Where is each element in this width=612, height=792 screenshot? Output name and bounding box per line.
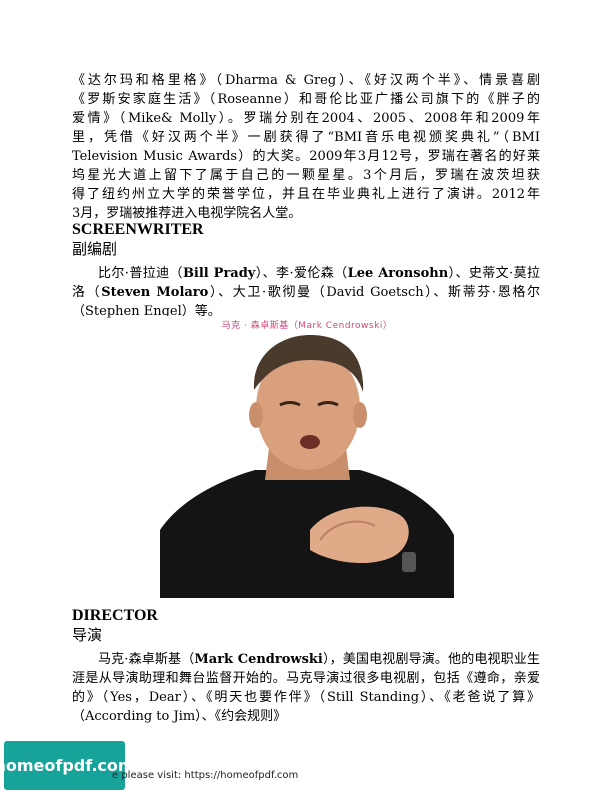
name-bold: Steven Molaro	[101, 285, 209, 300]
text-run: ）、李·爱伦森（	[255, 266, 348, 281]
text-run: 比尔·普拉迪（	[98, 266, 183, 281]
name-bold: Bill Prady	[182, 266, 256, 281]
footer-link-text[interactable]: e please visit: https://homeofpdf.com	[112, 770, 298, 781]
intro-line: 《罗斯安家庭生活》（Roseanne）和哥伦比亚广播公司旗下的《胖子的	[72, 92, 540, 107]
director-paragraph: 马克·森卓斯基（Mark Cendrowski），美国电视剧导演。他的电视职业生…	[72, 650, 540, 726]
director-heading: DIRECTOR	[72, 607, 158, 624]
name-bold: Lee Aronsohn	[347, 266, 449, 281]
intro-line: 里，凭借《好汉两个半》一剧获得了“BMI音乐电视颁奖典礼”（BMI	[72, 130, 540, 145]
intro-line: 坞星光大道上留下了属于自己的一颗星星。3个月后，罗瑞在波茨坦获	[72, 168, 540, 183]
director-heading-zh: 导演	[72, 626, 103, 644]
intro-line: 得了纽约州立大学的荣誉学位，并且在毕业典礼上进行了演讲。2012年	[72, 187, 540, 202]
intro-line: 爱情》（Mike& Molly）。罗瑞分别在2004、2005、2008年和20…	[72, 111, 540, 126]
intro-line: 《达尔玛和格里格》（Dharma & Greg）、《好汉两个半》、情景喜剧	[72, 73, 540, 88]
intro-paragraph: 《达尔玛和格里格》（Dharma & Greg）、《好汉两个半》、情景喜剧 《罗…	[72, 71, 540, 223]
screenwriter-heading: SCREENWRITER	[72, 221, 204, 238]
screenwriter-heading-zh: 副编剧	[72, 240, 118, 258]
name-bold: Mark Cendrowski	[194, 652, 323, 667]
director-photo: 马克 · 森卓斯基（Mark Cendrowski）	[160, 316, 454, 598]
site-logo-badge[interactable]: homeofpdf.com	[0, 741, 135, 790]
portrait-illustration	[160, 335, 454, 598]
page: 《达尔玛和格里格》（Dharma & Greg）、《好汉两个半》、情景喜剧 《罗…	[0, 0, 612, 792]
photo-background	[160, 330, 454, 598]
text-run: 马克·森卓斯基（	[98, 652, 195, 667]
intro-line: Television Music Awards）的大奖。2009年3月12号，罗…	[72, 149, 540, 164]
screenwriter-paragraph: 比尔·普拉迪（Bill Prady）、李·爱伦森（Lee Aronsohn）、史…	[72, 264, 540, 321]
